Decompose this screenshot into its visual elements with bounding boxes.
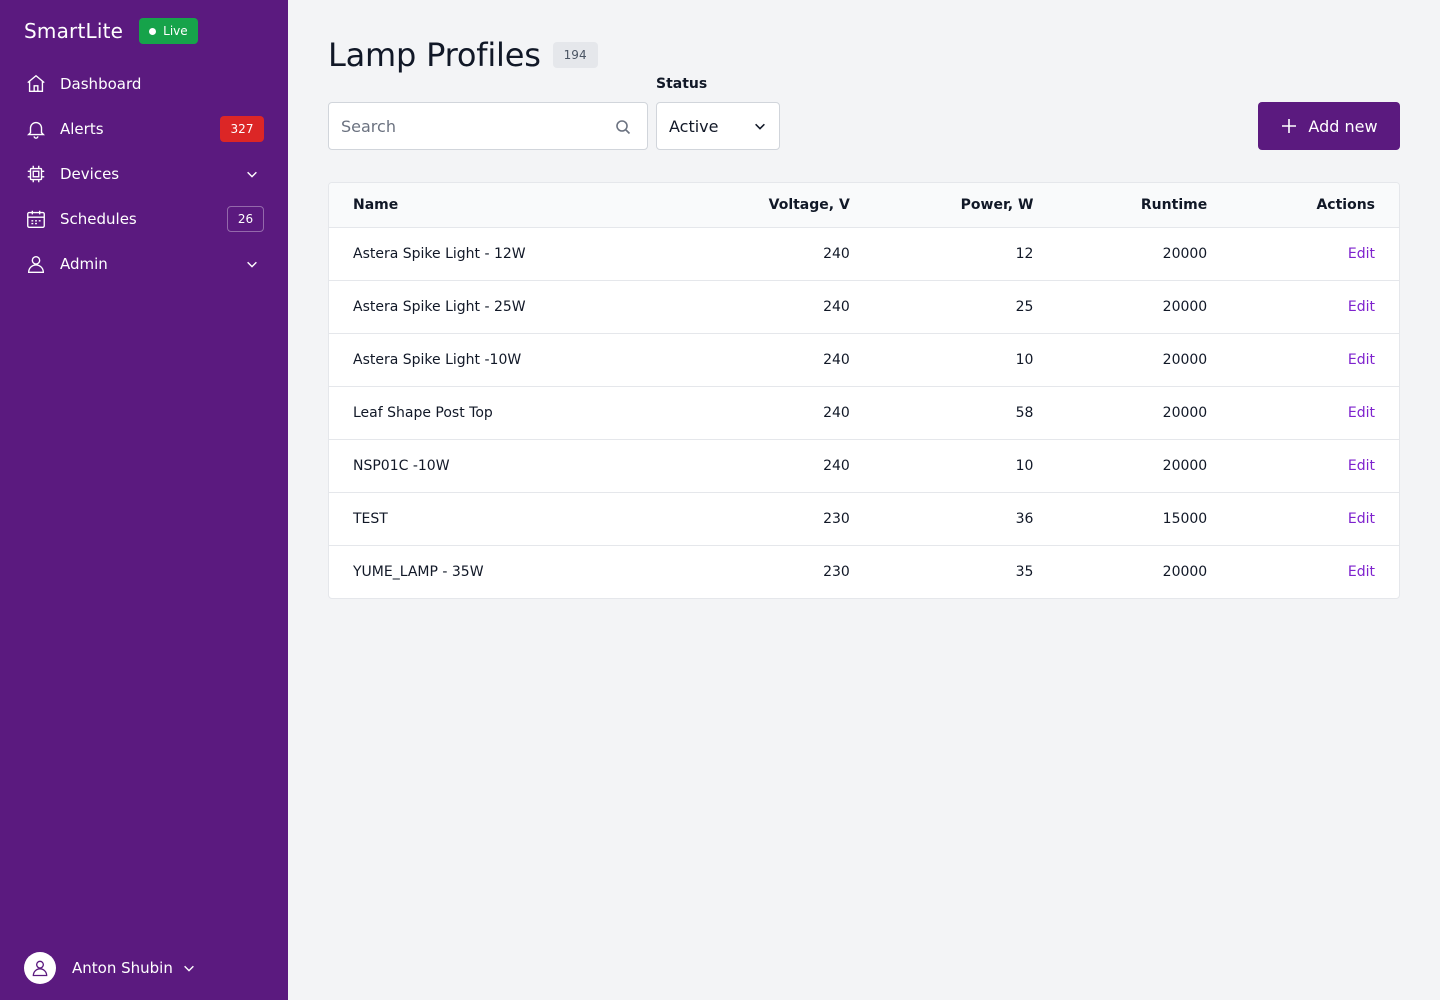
cell-runtime: 20000 — [1162, 457, 1208, 474]
column-header-power[interactable]: Power, W — [873, 183, 1058, 228]
cell-runtime: 15000 — [1162, 510, 1208, 527]
cell-power: 36 — [1015, 510, 1034, 527]
table-row: Astera Spike Light - 25W 240 25 20000 Ed… — [329, 280, 1399, 333]
user-name: Anton Shubin — [72, 959, 173, 977]
home-icon — [24, 72, 48, 96]
sidebar-item-label: Schedules — [60, 209, 137, 228]
alerts-count-badge: 327 — [220, 115, 264, 142]
title-row: Lamp Profiles 194 — [328, 36, 598, 74]
chevron-down-icon[interactable] — [240, 162, 264, 186]
edit-link[interactable]: Edit — [1231, 545, 1399, 598]
edit-link[interactable]: Edit — [1231, 280, 1399, 333]
cell-runtime: 20000 — [1162, 245, 1208, 262]
cell-voltage: 230 — [823, 563, 850, 580]
live-dot-icon — [149, 27, 157, 35]
sidebar-item-devices[interactable]: Devices — [24, 151, 264, 196]
cell-name: Astera Spike Light -10W — [353, 351, 522, 368]
calendar-icon — [24, 207, 48, 231]
status-label: Status — [656, 76, 708, 92]
chevron-down-icon[interactable] — [240, 252, 264, 276]
cell-voltage: 240 — [823, 351, 850, 368]
cell-power: 25 — [1015, 298, 1034, 315]
status-value: Active — [669, 116, 719, 136]
cell-power: 10 — [1015, 457, 1034, 474]
search-box — [328, 102, 648, 150]
sidebar: SmartLite Live Dashboard Alerts 327 Devi… — [0, 0, 288, 1000]
search-icon[interactable] — [615, 119, 631, 135]
cell-voltage: 240 — [823, 457, 850, 474]
column-header-name[interactable]: Name — [329, 183, 629, 228]
total-count-badge: 194 — [552, 42, 598, 68]
cell-voltage: 240 — [823, 298, 850, 315]
table-row: YUME_LAMP - 35W 230 35 20000 Edit — [329, 545, 1399, 598]
column-header-actions: Actions — [1231, 183, 1399, 228]
cell-power: 35 — [1015, 563, 1034, 580]
sidebar-item-schedules[interactable]: Schedules 26 — [24, 196, 264, 241]
cell-runtime: 20000 — [1162, 298, 1208, 315]
cell-power: 10 — [1015, 351, 1034, 368]
schedules-count-badge: 26 — [227, 205, 264, 232]
chevron-down-icon[interactable] — [177, 956, 201, 980]
table-header-row: Name Voltage, V Power, W Runtime Actions — [329, 183, 1399, 228]
cell-runtime: 20000 — [1162, 351, 1208, 368]
cell-name: NSP01C -10W — [353, 457, 450, 474]
lamp-profiles-table: Name Voltage, V Power, W Runtime Actions… — [328, 182, 1400, 599]
table-row: Astera Spike Light -10W 240 10 20000 Edi… — [329, 333, 1399, 386]
sidebar-nav: Dashboard Alerts 327 Devices Schedules 2… — [24, 61, 264, 286]
column-header-runtime[interactable]: Runtime — [1057, 183, 1232, 228]
page-title: Lamp Profiles — [328, 36, 541, 74]
cell-voltage: 240 — [823, 245, 850, 262]
cell-name: Astera Spike Light - 25W — [353, 298, 526, 315]
plus-icon — [1282, 119, 1297, 133]
sidebar-item-label: Admin — [60, 254, 108, 273]
sidebar-item-label: Devices — [60, 164, 120, 183]
brand: SmartLite Live — [24, 18, 198, 44]
add-new-button[interactable]: Add new — [1258, 102, 1400, 150]
app-name: SmartLite — [24, 19, 124, 43]
cell-name: Astera Spike Light - 12W — [353, 245, 526, 262]
sidebar-item-dashboard[interactable]: Dashboard — [24, 61, 264, 106]
edit-link[interactable]: Edit — [1231, 333, 1399, 386]
user-avatar-icon — [24, 952, 56, 984]
sidebar-item-label: Alerts — [60, 119, 104, 138]
table-row: Astera Spike Light - 12W 240 12 20000 Ed… — [329, 227, 1399, 280]
user-icon — [24, 252, 48, 276]
cell-runtime: 20000 — [1162, 404, 1208, 421]
cell-name: Leaf Shape Post Top — [353, 404, 493, 421]
cell-voltage: 230 — [823, 510, 850, 527]
live-badge: Live — [139, 18, 198, 44]
cell-power: 58 — [1015, 404, 1034, 421]
edit-link[interactable]: Edit — [1231, 227, 1399, 280]
sidebar-item-admin[interactable]: Admin — [24, 241, 264, 286]
sidebar-item-label: Dashboard — [60, 74, 142, 93]
cell-power: 12 — [1015, 245, 1034, 262]
column-header-voltage[interactable]: Voltage, V — [628, 183, 874, 228]
cell-name: TEST — [353, 510, 388, 527]
table-row: Leaf Shape Post Top 240 58 20000 Edit — [329, 386, 1399, 439]
add-new-label: Add new — [1308, 116, 1378, 136]
edit-link[interactable]: Edit — [1231, 492, 1399, 545]
bell-icon — [24, 117, 48, 141]
search-input[interactable] — [329, 103, 599, 149]
sidebar-item-alerts[interactable]: Alerts 327 — [24, 106, 264, 151]
table-row: NSP01C -10W 240 10 20000 Edit — [329, 439, 1399, 492]
status-select[interactable]: Active — [656, 102, 780, 150]
cell-runtime: 20000 — [1162, 563, 1208, 580]
edit-link[interactable]: Edit — [1231, 386, 1399, 439]
chevron-down-icon — [755, 123, 765, 130]
live-label: Live — [163, 24, 188, 38]
cell-name: YUME_LAMP - 35W — [353, 563, 484, 580]
user-menu[interactable]: Anton Shubin — [24, 952, 201, 984]
edit-link[interactable]: Edit — [1231, 439, 1399, 492]
cell-voltage: 240 — [823, 404, 850, 421]
chip-icon — [24, 162, 48, 186]
table-row: TEST 230 36 15000 Edit — [329, 492, 1399, 545]
